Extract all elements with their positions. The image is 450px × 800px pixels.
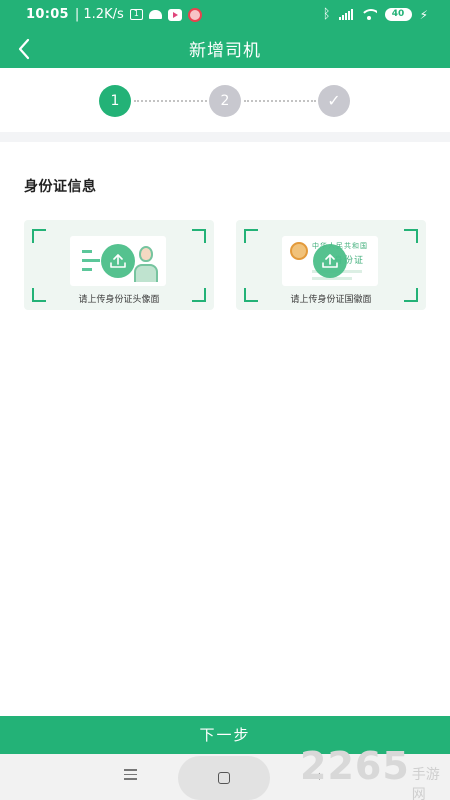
frame-corner bbox=[404, 229, 418, 243]
id-front-label: 请上传身份证头像面 bbox=[78, 295, 160, 305]
frame-corner bbox=[244, 229, 258, 243]
site-watermark: 2265 手游网 bbox=[300, 744, 450, 800]
portrait-icon bbox=[134, 246, 158, 284]
charging-icon: ⚡ bbox=[419, 7, 428, 22]
frame-corner bbox=[32, 229, 46, 243]
bluetooth-icon: ᛒ bbox=[322, 7, 331, 22]
step-connector bbox=[134, 100, 207, 102]
step-connector bbox=[244, 100, 316, 102]
game-app-icon bbox=[187, 7, 202, 22]
id-back-label: 请上传身份证国徽面 bbox=[290, 295, 372, 305]
section-divider bbox=[0, 132, 450, 142]
text-lines-icon bbox=[82, 250, 100, 277]
step-2-indicator: 2 bbox=[209, 85, 241, 117]
id-front-upload-card[interactable]: 请上传身份证头像面 bbox=[24, 220, 214, 310]
progress-stepper: 1 2 ✓ bbox=[0, 68, 450, 132]
network-speed: | 1.2K/s bbox=[74, 7, 124, 22]
home-button[interactable] bbox=[178, 756, 270, 800]
step-complete-indicator: ✓ bbox=[318, 85, 350, 117]
android-icon bbox=[148, 10, 162, 19]
home-icon bbox=[218, 772, 230, 784]
national-emblem-icon bbox=[290, 242, 308, 260]
status-time: 10:05 bbox=[26, 7, 69, 22]
step-1-indicator: 1 bbox=[99, 85, 131, 117]
status-bar: 10:05 | 1.2K/s 1 ᛒ 40 ⚡ bbox=[0, 0, 450, 30]
status-left: 10:05 | 1.2K/s 1 bbox=[26, 7, 202, 22]
video-app-icon bbox=[167, 8, 182, 21]
signal-icon bbox=[338, 9, 353, 20]
upload-icon[interactable] bbox=[101, 244, 135, 278]
app-header: 新增司机 bbox=[0, 30, 450, 68]
upload-icon[interactable] bbox=[313, 244, 347, 278]
menu-icon[interactable] bbox=[124, 769, 138, 781]
id-back-upload-card[interactable]: 中华人民共和国 身份证 请上传身份证国徽面 bbox=[236, 220, 426, 310]
watermark-text: 手游网 bbox=[411, 767, 440, 800]
wifi-icon bbox=[360, 8, 377, 21]
watermark-number: 2265 bbox=[300, 744, 410, 788]
section-title: 身份证信息 bbox=[24, 179, 97, 195]
status-right: ᛒ 40 ⚡ bbox=[323, 7, 428, 22]
sim-icon: 1 bbox=[129, 9, 143, 20]
page-title: 新增司机 bbox=[189, 41, 261, 61]
battery-icon: 40 bbox=[384, 8, 412, 21]
frame-corner bbox=[192, 229, 206, 243]
app-root: 10:05 | 1.2K/s 1 ᛒ 40 ⚡ 新增司机 1 2 ✓ 身份证信息… bbox=[0, 0, 450, 800]
